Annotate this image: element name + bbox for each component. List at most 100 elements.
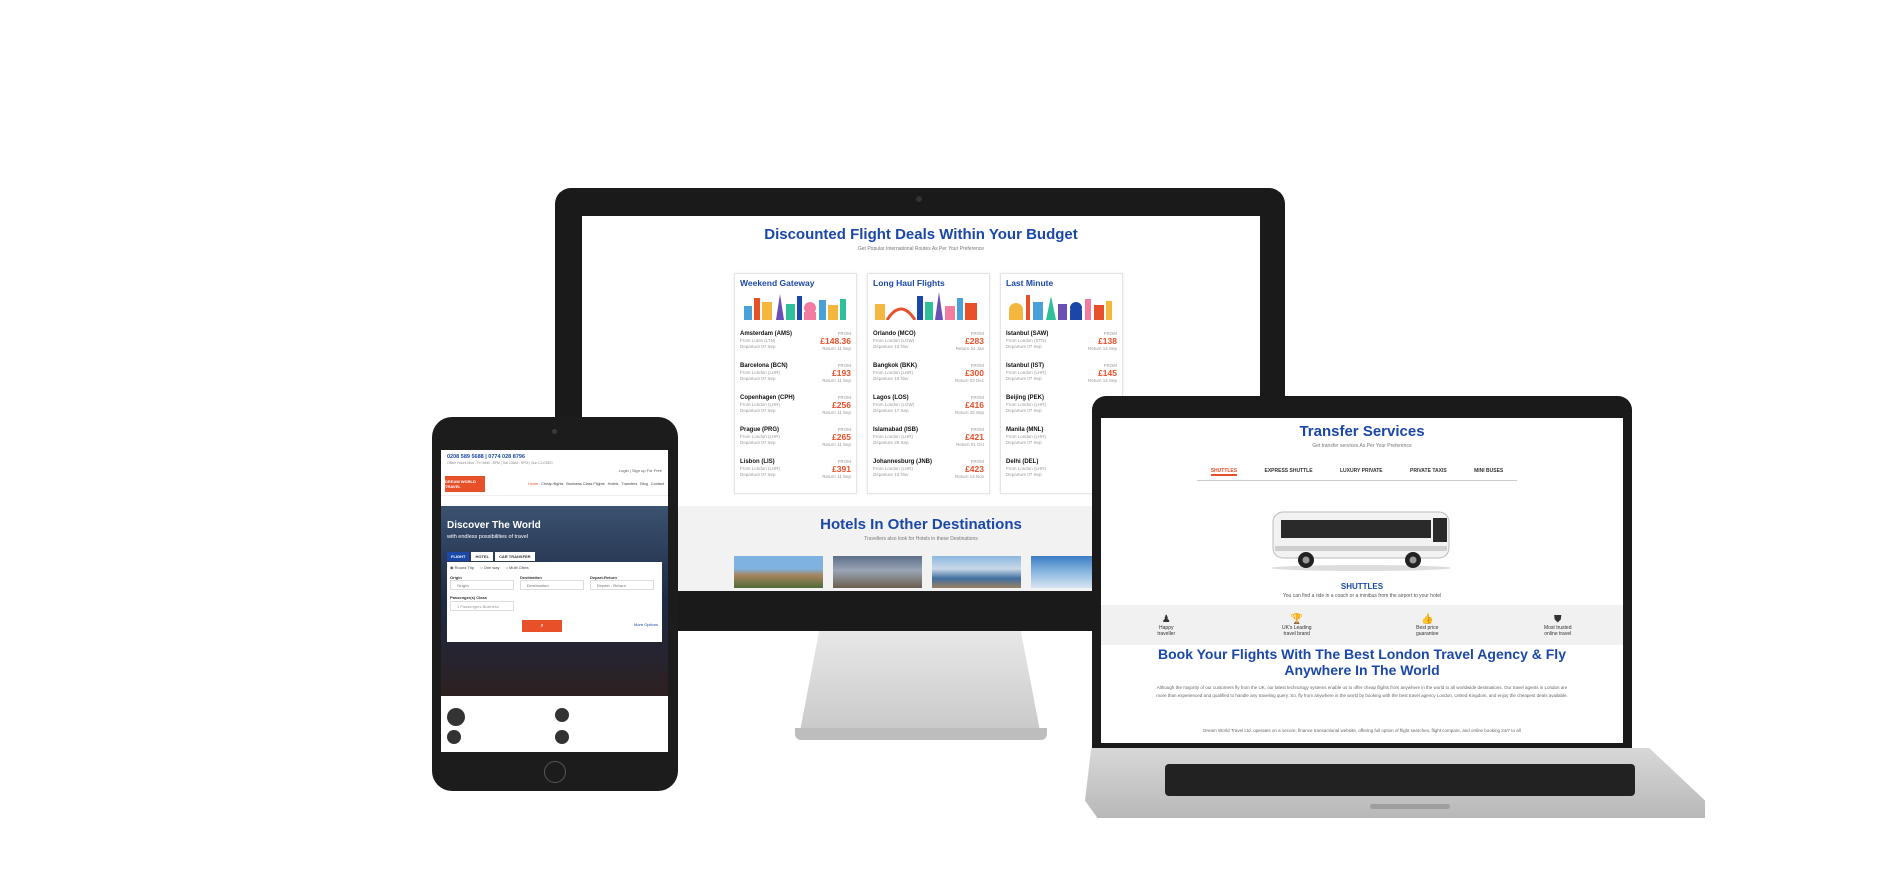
logo[interactable]: DREAM WORLD TRAVEL	[445, 476, 485, 492]
deal-city: Lagos (LOS)	[873, 395, 909, 401]
nav-blog[interactable]: Blog	[640, 482, 648, 486]
deal-pricing: FROM £416 Return 25 Sep	[955, 395, 984, 427]
features-band: ♟ Happy traveller 🏆 UK's Leading travel bran…	[1101, 605, 1623, 645]
deal-origin: From London (LHR)	[873, 370, 914, 375]
deal-city: Amsterdam (AMS)	[740, 331, 793, 337]
hotel-image[interactable]	[932, 556, 1021, 588]
nav-home[interactable]: Home	[528, 482, 538, 486]
tab-mini-buses[interactable]: MINI BUSES	[1474, 468, 1503, 476]
deal-pricing: FROM £256 Return 11 Sep	[822, 395, 851, 427]
skyline-illustration	[744, 294, 846, 320]
deal-row[interactable]: Istanbul (IST) From London (LHR) Departure…	[1006, 363, 1117, 395]
deal-city: Beijing (PEK)	[1006, 395, 1045, 401]
deal-row[interactable]: Islamabad (ISB) From London (LHR) Departur…	[873, 427, 984, 459]
protection-icon	[555, 708, 569, 722]
feature-item: 🏆 UK's Leading travel brand	[1252, 614, 1342, 637]
hero-subtitle: with endless possibilities of travel	[447, 534, 529, 540]
radio-label: One way	[483, 565, 500, 570]
deal-pricing: FROM £148.36 Return 11 Sep	[820, 331, 851, 363]
deal-departure: Departure 07 Sep	[740, 440, 776, 445]
tab-shuttles[interactable]: SHUTTLES	[1210, 468, 1238, 476]
hotel-thumbnails	[734, 556, 1120, 588]
deal-return: Return 03 Dec	[954, 378, 984, 383]
hotel-image[interactable]	[833, 556, 922, 588]
tab-luxury-private[interactable]: LUXURY PRIVATE	[1340, 468, 1383, 476]
deal-city: Copenhagen (CPH)	[740, 395, 795, 401]
search-button[interactable]: ⌕	[522, 620, 562, 632]
deal-row[interactable]: Lisbon (LIS) From London (LHR) Departure 0…	[740, 459, 851, 491]
secure-icon	[555, 730, 569, 744]
imac-stand	[800, 631, 1040, 731]
deal-route: Lisbon (LIS) From London (LHR) Departure 0…	[740, 459, 780, 491]
nav-business-class[interactable]: Business Class Flights	[566, 482, 604, 486]
deal-row[interactable]: Copenhagen (CPH) From London (LHR) Departu…	[740, 395, 851, 427]
tab-car-transfer[interactable]: CAR TRANSFER	[495, 552, 535, 561]
radio-multi-cities[interactable]: ○ Multi Cities	[506, 565, 529, 570]
nav-contact[interactable]: Contact	[651, 482, 664, 486]
origin-input[interactable]: Origin	[450, 580, 514, 590]
hero-section: Discover The World with endless possibil…	[441, 506, 668, 696]
features-strip	[441, 702, 668, 752]
deal-origin: From London (LGW)	[873, 402, 915, 407]
radio-label: Round Trip	[454, 565, 475, 570]
feature-line: travel brand	[1283, 630, 1310, 637]
deal-row[interactable]: Lagos (LOS) From London (LGW) Departure 17…	[873, 395, 984, 427]
deal-departure: Departure 07 Sep	[1006, 408, 1042, 413]
nav-hotels[interactable]: Hotels	[608, 482, 619, 486]
tab-hotel[interactable]: HOTEL	[471, 552, 494, 561]
deal-route: Islamabad (ISB) From London (LHR) Departur…	[873, 427, 918, 459]
nav-cheap-flights[interactable]: Cheap flights	[541, 482, 563, 486]
deal-row[interactable]: Bangkok (BKK) From London (LHR) Departure …	[873, 363, 984, 395]
deal-route: Johannesburg (JNB) From London (LHR) Depar…	[873, 459, 932, 491]
deal-row[interactable]: Prague (PRG) From London (LHR) Departure 0…	[740, 427, 851, 459]
deal-row[interactable]: Johannesburg (JNB) From London (LHR) Depar…	[873, 459, 984, 491]
deal-row[interactable]: Orlando (MCO) From London (LGW) Departure …	[873, 331, 984, 363]
deal-route: Barcelona (BCN) From London (LHR) Departur…	[740, 363, 788, 395]
deal-city: Orlando (MCO)	[873, 331, 916, 337]
passenger-select[interactable]: 1 Passengers Business	[450, 601, 514, 611]
radio-label: Multi Cities	[509, 565, 529, 570]
camera	[552, 429, 557, 434]
deal-departure: Departure 28 Sep	[873, 440, 909, 445]
deal-route: Amsterdam (AMS) From Luton (LTN) Departure…	[740, 331, 792, 363]
intro-paragraph: Although the majority of our customers f…	[1156, 685, 1568, 698]
deal-return: Return 11 Sep	[822, 442, 851, 447]
deal-route: Orlando (MCO) From London (LGW) Departure …	[873, 331, 916, 363]
hotel-image[interactable]	[734, 556, 823, 588]
laptop-lip	[1370, 804, 1450, 809]
top-bar: 0208 589 5688 | 0774 028 8796 Office Hou…	[441, 450, 668, 468]
deal-return: Return 25 Sep	[954, 410, 984, 415]
deal-departure: Departure 10 Nov	[873, 472, 909, 477]
deal-pricing: FROM £145 Return 14 Sep	[1088, 363, 1117, 395]
deal-row[interactable]: Amsterdam (AMS) From Luton (LTN) Departure…	[740, 331, 851, 363]
deal-city: Bangkok (BKK)	[873, 363, 918, 369]
nav-transfers[interactable]: Transfers	[621, 482, 637, 486]
deal-pricing: FROM £391 Return 11 Sep	[822, 459, 851, 491]
deal-price: £145	[1098, 368, 1117, 378]
deal-card-weekend: Weekend Gateway Amsterdam (AMS) From Luto…	[734, 273, 857, 494]
deal-pricing: FROM £265 Return 11 Sep	[822, 427, 851, 459]
deal-price: £283	[965, 336, 984, 346]
deal-card-long-haul: Long Haul Flights Orlando (MCO) From Lond…	[867, 273, 990, 494]
deal-departure: Departure 07 Sep	[740, 408, 776, 413]
more-options-link[interactable]: More Options	[634, 622, 658, 627]
office-hours: Office Hours Mon - Fri 9AM - 8PM | Sat 1…	[447, 461, 553, 465]
deal-origin: From London (LHR)	[740, 402, 781, 407]
destination-input[interactable]: Destination	[520, 580, 584, 590]
support-icon	[447, 730, 461, 744]
radio-round-trip[interactable]: ◉ Round Trip	[450, 565, 474, 570]
deal-row[interactable]: Istanbul (SAW) From London (STN) Departure…	[1006, 331, 1117, 363]
deal-row[interactable]: Barcelona (BCN) From London (LHR) Departur…	[740, 363, 851, 395]
tab-express-shuttle[interactable]: EXPRESS SHUTTLE	[1265, 468, 1313, 476]
deal-route: Lagos (LOS) From London (LGW) Departure 17…	[873, 395, 914, 427]
deal-return: Return 11 Sep	[822, 474, 851, 479]
tab-flight[interactable]: FLIGHT	[447, 552, 470, 561]
feature-item: 👍 Best price guarantee	[1382, 614, 1472, 637]
deal-origin: From London (LHR)	[1006, 466, 1047, 471]
tab-private-taxis[interactable]: PRIVATE TAXIS	[1410, 468, 1447, 476]
radio-one-way[interactable]: ○ One way	[480, 565, 499, 570]
deal-price: £423	[965, 464, 984, 474]
deal-city: Prague (PRG)	[740, 427, 780, 433]
dates-input[interactable]: Depart - Return	[590, 580, 654, 590]
deal-route: Istanbul (IST) From London (LHR) Departure…	[1006, 363, 1046, 395]
